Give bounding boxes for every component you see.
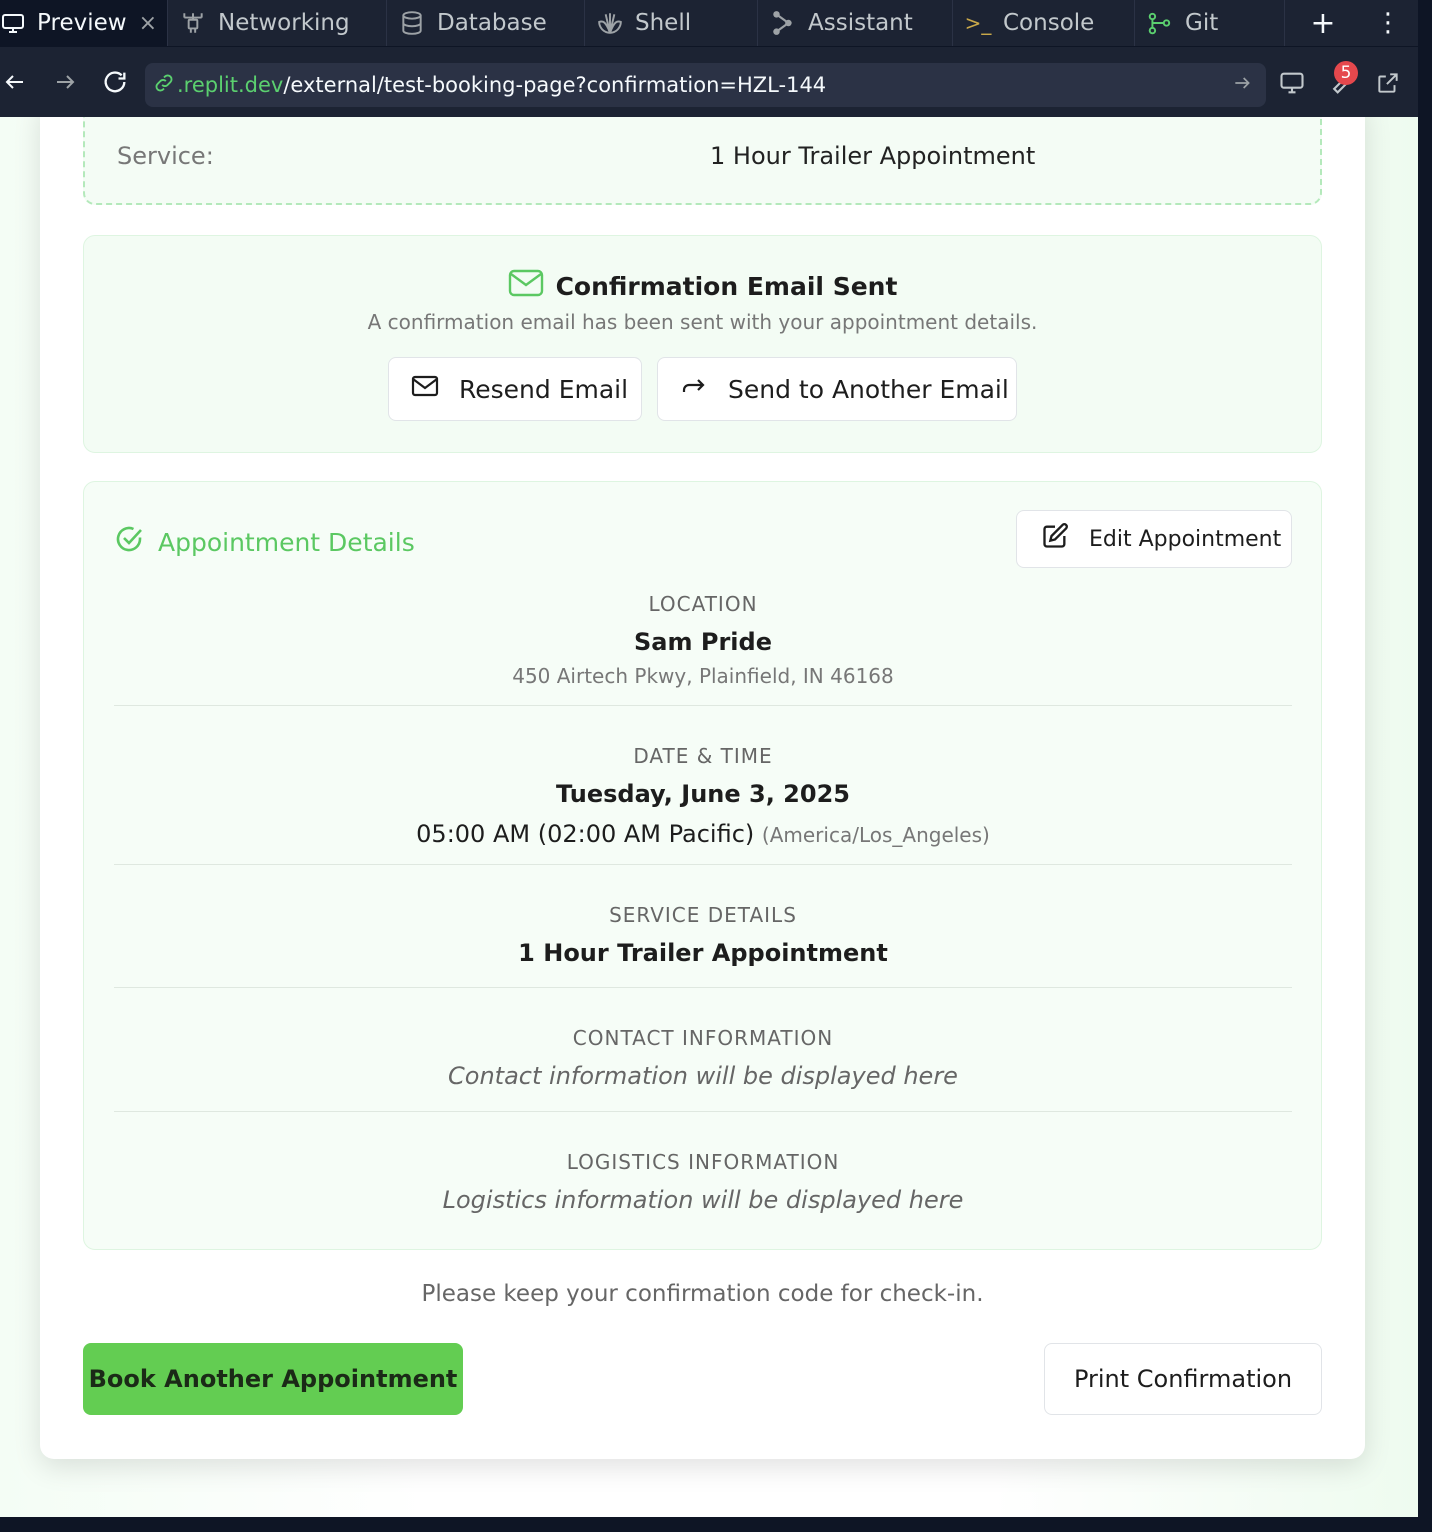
logistics-value: Logistics information will be displayed … (442, 1186, 964, 1214)
tab-console[interactable]: >_ Console (953, 0, 1135, 46)
service-details-value: 1 Hour Trailer Appointment (518, 939, 888, 967)
mail-icon (411, 374, 439, 404)
add-tab-icon[interactable]: + (1288, 0, 1358, 46)
link-icon (153, 72, 175, 99)
preview-viewport: Service: 1 Hour Trailer Appointment Conf… (0, 117, 1418, 1517)
go-arrow-icon[interactable] (1232, 73, 1252, 98)
edit-appointment-button[interactable]: Edit Appointment (1016, 510, 1292, 568)
database-icon (399, 10, 425, 36)
tab-label: Database (437, 10, 547, 36)
service-label: Service: (117, 142, 214, 170)
window-bottom-edge (0, 1517, 1432, 1532)
mail-icon (508, 268, 544, 304)
address-bar: .replit.dev /external/test-booking-page?… (0, 46, 1418, 117)
back-icon[interactable] (0, 57, 40, 107)
edit-appointment-label: Edit Appointment (1089, 526, 1282, 552)
logistics-section: LOGISTICS INFORMATION Logistics informat… (114, 1150, 1292, 1214)
open-external-icon[interactable] (1364, 59, 1412, 107)
window-edge (1418, 0, 1432, 1532)
check-circle-icon (114, 524, 144, 560)
location-section: LOCATION Sam Pride 450 Airtech Pkwy, Pla… (114, 592, 1292, 688)
appointment-time-row: 05:00 AM (02:00 AM Pacific) (America/Los… (114, 820, 1292, 848)
url-path: /external/test-booking-page?confirmation… (283, 73, 827, 97)
send-another-email-button[interactable]: Send to Another Email (657, 357, 1017, 421)
forward-arrow-icon (680, 374, 708, 404)
service-details-section: SERVICE DETAILS 1 Hour Trailer Appointme… (114, 903, 1292, 967)
location-label: LOCATION (648, 592, 758, 616)
tab-shell[interactable]: Shell (585, 0, 758, 46)
contact-label: CONTACT INFORMATION (572, 1026, 834, 1050)
keep-code-note: Please keep your confirmation code for c… (421, 1281, 984, 1307)
datetime-section: DATE & TIME Tuesday, June 3, 2025 05:00 … (114, 744, 1292, 848)
details-heading-text: Appointment Details (158, 527, 415, 557)
service-summary: Service: 1 Hour Trailer Appointment (83, 117, 1322, 205)
send-another-email-label: Send to Another Email (728, 374, 1009, 404)
datetime-label: DATE & TIME (633, 744, 773, 768)
service-value: 1 Hour Trailer Appointment (710, 142, 1036, 170)
forward-icon[interactable] (40, 57, 90, 107)
close-icon[interactable]: × (139, 11, 157, 36)
tab-label: Assistant (808, 10, 913, 36)
tab-git[interactable]: Git (1135, 0, 1285, 46)
logistics-label: LOGISTICS INFORMATION (566, 1150, 840, 1174)
tab-label: Networking (218, 10, 350, 36)
appointment-details-panel: Appointment Details Edit Appointment LOC… (83, 481, 1322, 1250)
appointment-date: Tuesday, June 3, 2025 (556, 780, 850, 808)
divider (114, 1111, 1292, 1112)
notification-badge: 5 (1334, 60, 1358, 85)
resend-email-label: Resend Email (459, 374, 629, 404)
tab-label: Console (1003, 10, 1095, 36)
tab-label: Git (1185, 10, 1219, 36)
tab-label: Shell (635, 10, 692, 36)
appointment-timezone: (America/Los_Angeles) (761, 823, 990, 847)
resend-email-button[interactable]: Resend Email (388, 357, 642, 421)
address-tools: 5 (1268, 47, 1418, 118)
divider (114, 987, 1292, 988)
git-icon (1147, 10, 1173, 36)
details-heading: Appointment Details (114, 524, 415, 560)
devtools-wrench-icon[interactable]: 5 (1316, 59, 1364, 107)
reload-icon[interactable] (90, 57, 140, 107)
book-another-appointment-button[interactable]: Book Another Appointment (83, 1343, 463, 1415)
tab-tools: + ⋮ (1288, 0, 1418, 46)
tab-preview[interactable]: Preview × (0, 0, 168, 46)
email-subtitle: A confirmation email has been sent with … (367, 310, 1038, 334)
confirmation-card: Service: 1 Hour Trailer Appointment Conf… (40, 117, 1365, 1459)
service-details-label: SERVICE DETAILS (609, 903, 797, 927)
email-title: Confirmation Email Sent (84, 268, 1321, 304)
divider (114, 705, 1292, 706)
tab-assistant[interactable]: Assistant (758, 0, 953, 46)
url-domain: .replit.dev (177, 73, 284, 97)
url-input[interactable]: .replit.dev /external/test-booking-page?… (145, 63, 1266, 107)
appointment-time: 05:00 AM (02:00 AM Pacific) (416, 820, 755, 848)
more-options-icon[interactable]: ⋮ (1358, 0, 1418, 46)
contact-value: Contact information will be displayed he… (448, 1062, 958, 1090)
network-icon (180, 10, 206, 36)
tab-networking[interactable]: Networking (168, 0, 387, 46)
shell-icon (597, 10, 623, 36)
divider (114, 864, 1292, 865)
edit-icon (1041, 522, 1069, 556)
tab-database[interactable]: Database (387, 0, 585, 46)
monitor-icon (0, 10, 25, 36)
devices-icon[interactable] (1268, 59, 1316, 107)
tab-label: Preview (37, 10, 127, 36)
location-address: 450 Airtech Pkwy, Plainfield, IN 46168 (512, 664, 894, 688)
console-icon: >_ (964, 11, 992, 35)
location-name: Sam Pride (634, 628, 772, 656)
email-title-text: Confirmation Email Sent (555, 271, 898, 301)
workspace-tab-bar: Preview × Networking Database Shell Assi… (0, 0, 1418, 46)
assistant-icon (770, 10, 796, 36)
email-confirmation-panel: Confirmation Email Sent A confirmation e… (83, 235, 1322, 453)
print-confirmation-button[interactable]: Print Confirmation (1044, 1343, 1322, 1415)
contact-section: CONTACT INFORMATION Contact information … (114, 1026, 1292, 1090)
